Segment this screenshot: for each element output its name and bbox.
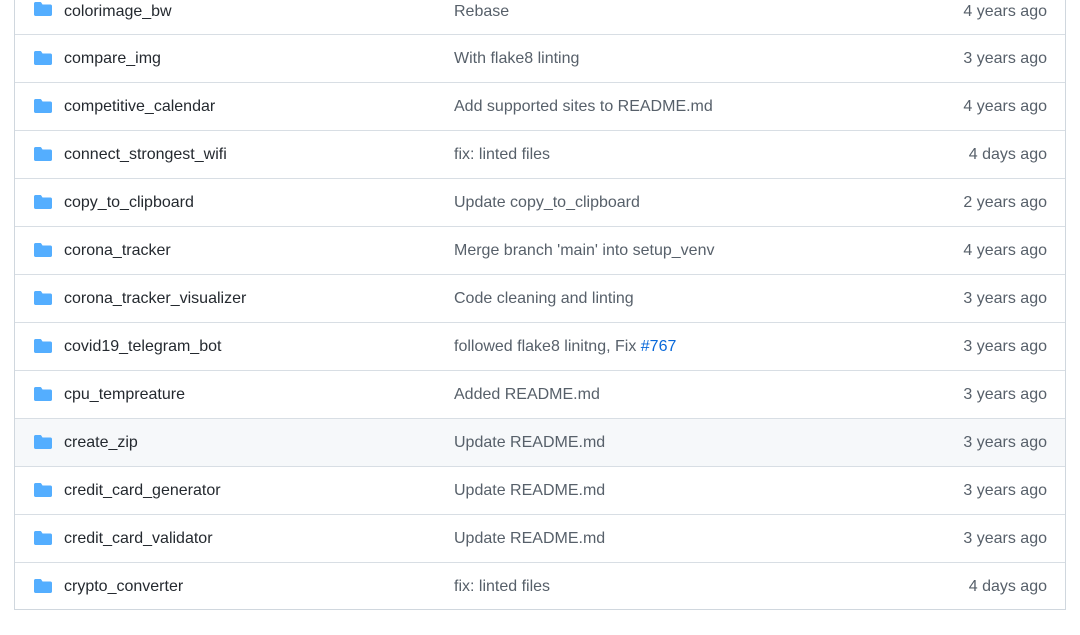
table-row[interactable]: credit_card_validator Update README.md 3… xyxy=(15,514,1065,562)
commit-age: 4 years ago xyxy=(963,98,1047,115)
commit-age: 3 years ago xyxy=(963,482,1047,499)
commit-age: 3 years ago xyxy=(963,386,1047,403)
commit-message-link[interactable]: followed flake8 linitng, Fix #767 xyxy=(454,323,676,370)
commit-message-link[interactable]: Update copy_to_clipboard xyxy=(454,179,640,226)
table-row[interactable]: copy_to_clipboard Update copy_to_clipboa… xyxy=(15,178,1065,226)
table-row[interactable]: connect_strongest_wifi fix: linted files… xyxy=(15,130,1065,178)
table-row[interactable]: colorimage_bw Rebase 4 years ago xyxy=(15,0,1065,34)
commit-age: 4 days ago xyxy=(968,146,1047,163)
folder-icon xyxy=(33,434,53,450)
table-row[interactable]: covid19_telegram_bot followed flake8 lin… xyxy=(15,322,1065,370)
folder-icon xyxy=(33,1,53,17)
file-name-link[interactable]: create_zip xyxy=(64,419,138,466)
commit-message-link[interactable]: fix: linted files xyxy=(454,563,550,610)
folder-icon xyxy=(33,98,53,114)
commit-message-link[interactable]: Update README.md xyxy=(454,419,605,466)
table-row[interactable]: competitive_calendar Add supported sites… xyxy=(15,82,1065,130)
file-name-link[interactable]: corona_tracker xyxy=(64,227,171,274)
file-name-link[interactable]: colorimage_bw xyxy=(64,0,172,33)
file-name-link[interactable]: compare_img xyxy=(64,35,161,82)
commit-message-link[interactable]: fix: linted files xyxy=(454,131,550,178)
file-name-link[interactable]: credit_card_generator xyxy=(64,467,221,514)
folder-icon xyxy=(33,146,53,162)
folder-icon xyxy=(33,578,53,594)
table-row[interactable]: corona_tracker Merge branch 'main' into … xyxy=(15,226,1065,274)
commit-message-text: Rebase xyxy=(454,3,510,20)
commit-message-link[interactable]: Add supported sites to README.md xyxy=(454,83,713,130)
file-name-link[interactable]: credit_card_validator xyxy=(64,515,213,562)
folder-icon xyxy=(33,194,53,210)
commit-message-text: fix: linted files xyxy=(454,146,551,163)
table-row[interactable]: create_zip Update README.md 3 years ago xyxy=(15,418,1065,466)
commit-message-text: Update README.md xyxy=(454,482,606,499)
table-row[interactable]: cpu_tempreature Added README.md 3 years … xyxy=(15,370,1065,418)
file-name-link[interactable]: crypto_converter xyxy=(64,563,183,610)
commit-message-link[interactable]: Update README.md xyxy=(454,467,605,514)
commit-message-text: Add supported sites to README.md xyxy=(454,98,713,115)
file-name-link[interactable]: connect_strongest_wifi xyxy=(64,131,227,178)
issue-link[interactable]: #767 xyxy=(641,338,677,355)
commit-message-text: followed flake8 linitng, Fix xyxy=(454,338,641,355)
folder-icon xyxy=(33,386,53,402)
folder-icon xyxy=(33,482,53,498)
commit-age: 4 days ago xyxy=(968,578,1047,595)
commit-message-text: Update README.md xyxy=(454,434,606,451)
table-row[interactable]: compare_img With flake8 linting 3 years … xyxy=(15,34,1065,82)
commit-age: 3 years ago xyxy=(963,50,1047,67)
commit-age: 4 years ago xyxy=(963,242,1047,259)
file-list: colorimage_bw Rebase 4 years ago compare… xyxy=(14,0,1066,610)
commit-message-link[interactable]: Added README.md xyxy=(454,371,600,418)
commit-age: 3 years ago xyxy=(963,290,1047,307)
commit-age: 4 years ago xyxy=(963,3,1047,20)
commit-age: 2 years ago xyxy=(963,194,1047,211)
commit-age: 3 years ago xyxy=(963,338,1047,355)
table-row[interactable]: crypto_converter fix: linted files 4 day… xyxy=(15,562,1065,610)
commit-message-text: fix: linted files xyxy=(454,578,551,595)
file-name-link[interactable]: cpu_tempreature xyxy=(64,371,185,418)
folder-icon xyxy=(33,530,53,546)
folder-icon xyxy=(33,290,53,306)
folder-icon xyxy=(33,242,53,258)
file-name-link[interactable]: corona_tracker_visualizer xyxy=(64,275,246,322)
file-name-link[interactable]: competitive_calendar xyxy=(64,83,215,130)
commit-message-text: Added README.md xyxy=(454,386,600,403)
commit-message-text: Update README.md xyxy=(454,530,606,547)
commit-message-text: Update copy_to_clipboard xyxy=(454,194,640,211)
table-row[interactable]: corona_tracker_visualizer Code cleaning … xyxy=(15,274,1065,322)
table-row[interactable]: credit_card_generator Update README.md 3… xyxy=(15,466,1065,514)
commit-age: 3 years ago xyxy=(963,530,1047,547)
commit-message-text: Code cleaning and linting xyxy=(454,290,634,307)
commit-message-link[interactable]: Merge branch 'main' into setup_venv xyxy=(454,227,714,274)
folder-icon xyxy=(33,50,53,66)
commit-message-text: Merge branch 'main' into setup_venv xyxy=(454,242,715,259)
commit-age: 3 years ago xyxy=(963,434,1047,451)
commit-message-link[interactable]: Code cleaning and linting xyxy=(454,275,634,322)
file-name-link[interactable]: copy_to_clipboard xyxy=(64,179,194,226)
commit-message-link[interactable]: Rebase xyxy=(454,0,509,33)
commit-message-link[interactable]: With flake8 linting xyxy=(454,35,579,82)
commit-message-text: With flake8 linting xyxy=(454,50,580,67)
folder-icon xyxy=(33,338,53,354)
commit-message-link[interactable]: Update README.md xyxy=(454,515,605,562)
file-name-link[interactable]: covid19_telegram_bot xyxy=(64,323,221,370)
